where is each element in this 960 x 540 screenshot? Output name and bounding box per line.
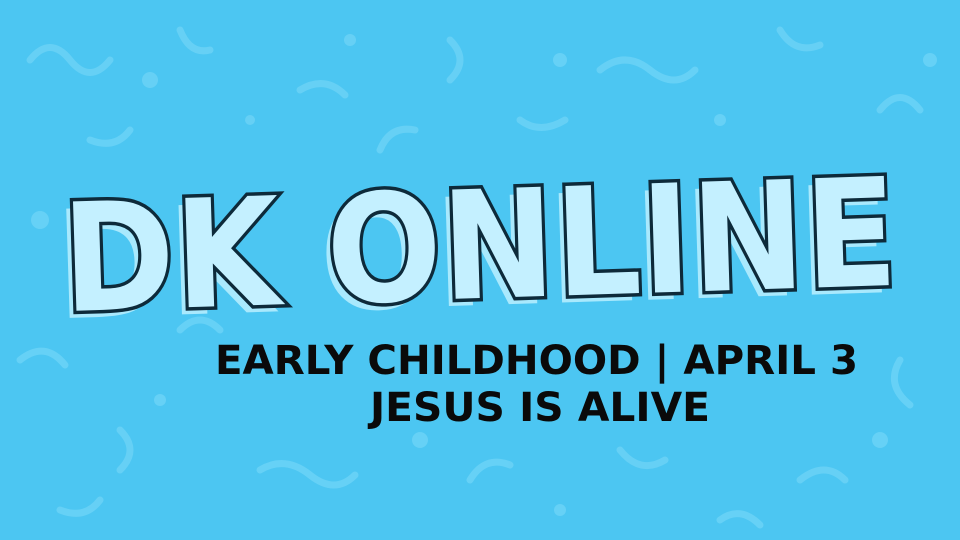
banner: DK ONLINE DK ONLINE EARLY CHILDHOOD | AP… — [16, 26, 937, 529]
title-group: DK ONLINE DK ONLINE — [53, 143, 903, 354]
subtitle-line1: EARLY CHILDHOOD | APRIL 3 — [215, 338, 858, 385]
title: DK ONLINE — [60, 147, 900, 347]
subtitle-line2: JESUS IS ALIVE — [367, 385, 710, 431]
